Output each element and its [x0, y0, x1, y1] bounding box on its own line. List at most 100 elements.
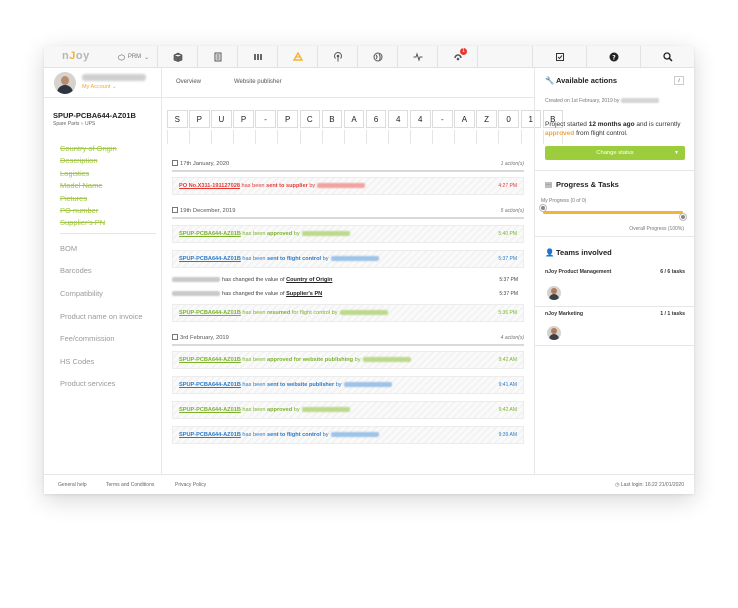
user-redacted — [317, 183, 366, 188]
svg-text:?: ? — [612, 54, 616, 61]
code-sub-cell — [432, 130, 453, 144]
part-link[interactable]: SPUP-PCBA644-AZ01B — [179, 432, 241, 438]
timeline-item: SPUP-PCBA644-AZ01B has been approved by … — [172, 401, 524, 419]
divider — [535, 236, 694, 237]
info-button[interactable]: i — [674, 76, 684, 85]
team-row[interactable]: nJoy Marketing 1 / 1 tasks — [545, 311, 685, 317]
barcode-icon[interactable] — [198, 46, 238, 68]
timestamp: 5:40 PM — [498, 231, 517, 237]
code-char-box: Z — [476, 110, 497, 128]
nav-item-country-of-origin[interactable]: Country of Origin — [60, 143, 156, 155]
code-char-box: B — [321, 110, 343, 128]
part-link[interactable]: SPUP-PCBA644-AZ01B — [179, 256, 241, 262]
code-sub-cell — [299, 130, 321, 144]
avatar[interactable] — [547, 286, 561, 300]
part-link[interactable]: SPUP-PCBA644-AZ01B — [179, 357, 241, 363]
cube-icon — [118, 53, 125, 61]
field-link[interactable]: Supplier's PN — [286, 291, 322, 297]
overall-progress-label: Overall Progress (100%) — [629, 226, 684, 232]
nav-item-po-number[interactable]: PO number — [60, 205, 156, 217]
date-label: 17th January, 2020 — [180, 161, 230, 167]
nav-item-fee-commission[interactable]: Fee/commission — [60, 328, 156, 351]
nav-item-pictures[interactable]: Pictures — [60, 193, 156, 205]
timeline-item: PO No.X311-191127028 has been sent to su… — [172, 177, 524, 195]
field-link[interactable]: Country of Origin — [286, 277, 332, 283]
divider — [535, 345, 694, 346]
nav-item-model-name[interactable]: Model Name — [60, 180, 156, 192]
part-link[interactable]: SPUP-PCBA644-AZ01B — [179, 382, 241, 388]
timestamp: 9:42 AM — [498, 357, 517, 363]
privacy-link[interactable]: Privacy Policy — [175, 482, 206, 488]
date-divider — [172, 170, 524, 172]
app-window: nJoy PRM ⌄ 1 ? My Account ⌄ SPUP-PCBA644… — [44, 46, 694, 494]
tab-website-publisher[interactable]: Website publisher — [234, 79, 282, 85]
wrench-icon: 🔧 — [545, 76, 555, 85]
search-icon[interactable] — [640, 46, 694, 68]
module-switcher[interactable]: PRM ⌄ — [110, 46, 158, 68]
box-icon[interactable] — [158, 46, 198, 68]
user-name-redacted — [82, 74, 146, 81]
nav-item-suppliers-pn[interactable]: Supplier's PN — [60, 217, 156, 229]
team-row[interactable]: nJoy Product Management 6 / 6 tasks — [545, 269, 685, 275]
tab-overview[interactable]: Overview — [176, 79, 201, 85]
my-progress-label: My Progress (0 of 0) — [541, 198, 587, 204]
code-sub-cell — [255, 130, 276, 144]
part-code-boxes: SPUP-PCBA644-AZ01B — [167, 110, 565, 128]
code-sub-cell — [343, 130, 365, 144]
code-sub-cell — [365, 130, 387, 144]
code-sub-cell — [189, 130, 210, 144]
user-redacted — [330, 432, 379, 437]
top-bar: nJoy PRM ⌄ 1 ? — [44, 46, 694, 68]
general-help-link[interactable]: General help — [58, 482, 87, 488]
user-redacted — [621, 98, 660, 103]
part-link[interactable]: SPUP-PCBA644-AZ01B — [179, 231, 241, 237]
code-sub-cell — [410, 130, 431, 144]
code-char-box: A — [343, 110, 365, 128]
chevron-down-icon: ⌄ — [144, 54, 150, 61]
breadcrumb-sub[interactable]: UPS — [85, 121, 95, 127]
user-redacted — [301, 231, 350, 236]
timestamp: 5:36 PM — [498, 310, 517, 316]
broadcast-icon[interactable] — [318, 46, 358, 68]
my-account-link[interactable]: My Account ⌄ — [82, 84, 117, 90]
nav-item-description[interactable]: Description — [60, 155, 156, 167]
user-block[interactable]: My Account ⌄ — [44, 68, 162, 98]
divider — [60, 232, 156, 234]
nav-item-product-services[interactable]: Product services — [60, 373, 156, 396]
breadcrumb-category[interactable]: Spare Parts — [53, 121, 79, 127]
code-char-box: P — [277, 110, 298, 128]
part-code-subrow — [167, 130, 565, 144]
nav-item-bom[interactable]: BOM — [60, 238, 156, 261]
notifications-icon[interactable]: 1 — [438, 46, 478, 68]
columns-icon[interactable] — [238, 46, 278, 68]
timestamp: 5:37 PM — [499, 277, 518, 283]
calendar-icon — [172, 334, 178, 340]
globe-icon[interactable] — [358, 46, 398, 68]
date-divider — [172, 217, 524, 219]
tasks-icon[interactable] — [532, 46, 586, 68]
main-content: Overview Website publisher SPUP-PCBA644-… — [162, 68, 564, 474]
terms-link[interactable]: Terms and Conditions — [106, 482, 154, 488]
activity-icon[interactable] — [398, 46, 438, 68]
help-icon[interactable]: ? — [586, 46, 640, 68]
avatar[interactable] — [547, 326, 561, 340]
timeline-item: has changed the value of Supplier's PN 5… — [172, 288, 524, 300]
flight-control-icon[interactable] — [278, 46, 318, 68]
clock-icon: ◷ — [615, 482, 620, 488]
nav-item-barcodes[interactable]: Barcodes — [60, 260, 156, 283]
njoy-logo[interactable]: nJoy — [62, 50, 90, 62]
nav-item-hs-codes[interactable]: HS Codes — [60, 351, 156, 374]
avatar[interactable] — [54, 72, 76, 94]
part-link[interactable]: SPUP-PCBA644-AZ01B — [179, 407, 241, 413]
field-nav: Country of Origin Description Logistics … — [60, 143, 156, 396]
change-status-button[interactable]: Change status ▼ — [545, 146, 685, 160]
po-link[interactable]: PO No.X311-191127028 — [179, 183, 240, 189]
part-link[interactable]: SPUP-PCBA644-AZ01B — [179, 310, 241, 316]
nav-item-logistics[interactable]: Logistics — [60, 168, 156, 180]
code-char-box: - — [255, 110, 276, 128]
action-count: 5 action(s) — [500, 208, 524, 214]
divider — [535, 306, 694, 307]
user-redacted — [172, 291, 220, 296]
nav-item-compatibility[interactable]: Compatibility — [60, 283, 156, 306]
nav-item-product-name-on-invoice[interactable]: Product name on invoice — [60, 306, 156, 329]
